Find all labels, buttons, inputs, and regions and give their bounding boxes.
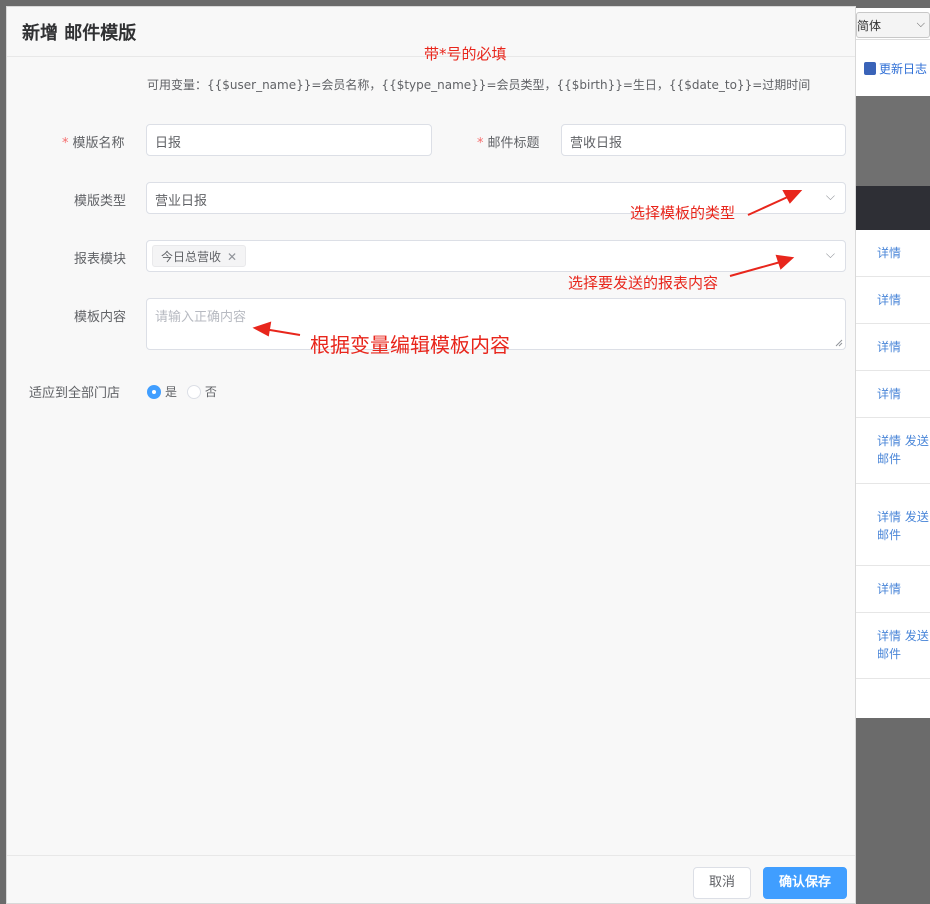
row-action-link[interactable]: 详情 [877, 580, 901, 598]
table-row: 详情 [856, 566, 930, 613]
chevron-down-icon: ⌵ [825, 189, 835, 203]
confirm-save-button[interactable]: 确认保存 [763, 867, 847, 899]
annotation-type-note: 选择模板的类型 [630, 204, 736, 222]
background-bottom [856, 718, 930, 904]
dialog-title: 新增 邮件模版 [22, 23, 137, 44]
chevron-down-icon: ⌵ [825, 247, 835, 261]
changelog-label: 更新日志 [879, 62, 928, 76]
row-action-link[interactable]: 详情 发送 [877, 432, 929, 450]
template-type-select[interactable]: 营业日报 ⌵ [146, 182, 846, 214]
row-action-link[interactable]: 邮件 [877, 645, 901, 663]
annotation-content-note: 根据变量编辑模板内容 [310, 333, 510, 357]
apply-all-stores-label: 适应到全部门店 [29, 386, 121, 401]
document-icon [864, 62, 876, 75]
radio-yes[interactable] [147, 385, 161, 399]
annotation-report-note: 选择要发送的报表内容 [568, 274, 719, 292]
template-content-placeholder: 请输入正确内容 [155, 310, 247, 325]
table-row: 详情 发送 邮件 [856, 418, 930, 484]
report-module-select[interactable]: 今日总营收 ✕ ⌵ [146, 240, 846, 272]
radio-no[interactable] [186, 385, 201, 399]
row-action-link[interactable]: 详情 发送 [877, 627, 929, 645]
font-select[interactable]: 简体 ⌵ [856, 12, 930, 38]
template-name-input[interactable]: 日报 [146, 124, 432, 156]
close-icon[interactable]: ✕ [227, 250, 237, 264]
cancel-button[interactable]: 取消 [693, 867, 751, 899]
template-content-label: 模板内容 [74, 310, 127, 325]
background-gray-band [856, 96, 930, 186]
table-row: 详情 发送 邮件 [856, 613, 930, 679]
variable-hint: 可用变量：{{$user_name}}=会员名称，{{$type_name}}=… [147, 78, 811, 92]
table-row: 详情 [856, 324, 930, 371]
apply-all-stores-radio-group: 是 否 [147, 383, 223, 400]
row-action-link[interactable]: 详情 [877, 291, 901, 309]
mail-subject-input[interactable]: 营收日报 [561, 124, 846, 156]
required-mark: * [62, 136, 69, 151]
mail-subject-value: 营收日报 [570, 136, 623, 151]
font-select-value: 简体 [857, 19, 882, 33]
row-action-link[interactable]: 详情 发送 [877, 508, 929, 526]
row-action-link[interactable]: 邮件 [877, 450, 901, 468]
required-mark: * [477, 136, 484, 151]
chevron-down-icon: ⌵ [916, 17, 925, 30]
row-action-link[interactable]: 详情 [877, 338, 901, 356]
template-name-label: * 模版名称 [62, 136, 125, 151]
report-module-tag: 今日总营收 ✕ [152, 245, 247, 267]
table-row: 详情 [856, 371, 930, 418]
template-type-label: 模版类型 [74, 194, 127, 209]
table-row: 详情 [856, 230, 930, 277]
radio-yes-label[interactable]: 是 [165, 385, 177, 399]
changelog-link[interactable]: 更新日志 [864, 60, 927, 77]
row-action-link[interactable]: 详情 [877, 385, 901, 403]
table-row: 详情 发送 邮件 [856, 484, 930, 566]
dialog-footer: 取消 确认保存 [7, 855, 855, 903]
report-module-label: 报表模块 [74, 252, 127, 267]
report-module-tag-label: 今日总营收 [161, 250, 222, 264]
background-table-header [856, 186, 930, 230]
row-action-link[interactable]: 邮件 [877, 526, 901, 544]
add-mail-template-dialog: 新增 邮件模版 可用变量：{{$user_name}}=会员名称，{{$type… [6, 6, 856, 904]
template-type-value: 营业日报 [155, 194, 208, 209]
row-action-link[interactable]: 详情 [877, 244, 901, 262]
background-table: 详情 详情 详情 详情 详情 发送 邮件 详情 发送 邮件 详情 详情 发送 邮… [856, 230, 930, 718]
radio-no-label[interactable]: 否 [205, 385, 217, 399]
template-name-value: 日报 [155, 136, 182, 151]
table-row: 详情 [856, 277, 930, 324]
mail-subject-label: * 邮件标题 [477, 136, 540, 151]
annotation-required-note: 带*号的必填 [424, 45, 507, 63]
resize-handle-icon[interactable] [835, 339, 843, 347]
